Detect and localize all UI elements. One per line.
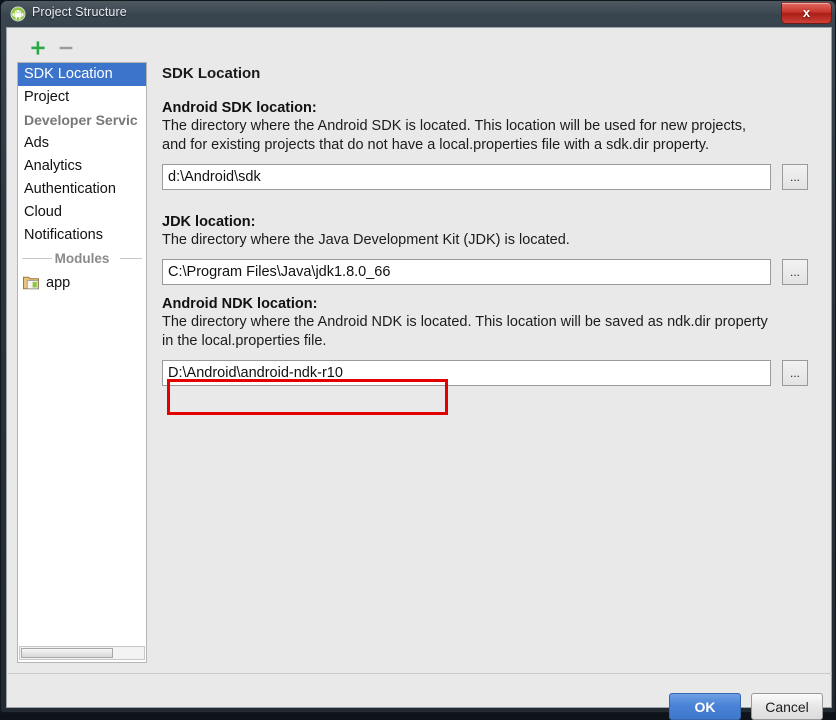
separator-rule-right [120, 258, 142, 259]
sidebar-item-label: SDK Location [24, 66, 113, 82]
sidebar-item-module-app[interactable]: app [18, 270, 146, 296]
field-row: ... [162, 164, 822, 190]
section-android-sdk-location: Android SDK location: The directory wher… [162, 100, 822, 190]
module-label: app [46, 275, 71, 291]
browse-ndk-button[interactable]: ... [782, 360, 808, 386]
sidebar-modules-separator: Modules [18, 247, 146, 270]
sidebar-item-authentication[interactable]: Authentication [18, 178, 146, 201]
sidebar-group-label: Developer Servic [24, 112, 138, 128]
android-ndk-location-input[interactable] [162, 360, 771, 386]
browse-sdk-button[interactable]: ... [782, 164, 808, 190]
sidebar-item-label: Notifications [24, 227, 103, 243]
sidebar-item-analytics[interactable]: Analytics [18, 155, 146, 178]
page-title: SDK Location [162, 65, 261, 82]
section-label: JDK location: [162, 214, 256, 230]
sidebar-item-label: Analytics [24, 158, 83, 174]
title-bar: Project Structure x [1, 1, 836, 27]
minus-icon[interactable] [57, 39, 75, 57]
section-label: Android NDK location: [162, 296, 318, 312]
window-title: Project Structure [32, 5, 127, 19]
sidebar-list[interactable]: SDK Location Project Developer Servic Ad… [17, 62, 147, 663]
sidebar-group-developer-services[interactable]: Developer Servic [18, 109, 146, 132]
browse-jdk-button[interactable]: ... [782, 259, 808, 285]
sidebar-item-project[interactable]: Project [18, 86, 146, 109]
android-sdk-location-input[interactable] [162, 164, 771, 190]
android-icon [10, 6, 26, 22]
sidebar-item-label: Cloud [24, 204, 62, 220]
sidebar-item-sdk-location[interactable]: SDK Location [18, 63, 146, 86]
close-button[interactable]: x [781, 2, 832, 24]
ok-button[interactable]: OK [669, 693, 741, 720]
section-description: The directory where the Java Development… [162, 232, 570, 248]
close-icon: x [802, 5, 811, 20]
field-row: ... [162, 360, 822, 386]
sidebar-item-cloud[interactable]: Cloud [18, 201, 146, 224]
project-structure-window: Project Structure x SDK Location Project [0, 0, 836, 720]
section-description: The directory where the Android NDK is l… [162, 314, 768, 349]
sidebar-toolbar [21, 37, 153, 61]
sidebar-item-ads[interactable]: Ads [18, 132, 146, 155]
section-description: The directory where the Android SDK is l… [162, 118, 747, 153]
sidebar-modules-label: Modules [54, 251, 110, 266]
section-android-ndk-location: Android NDK location: The directory wher… [162, 296, 822, 386]
cancel-button[interactable]: Cancel [751, 693, 823, 720]
sidebar-horizontal-scrollbar[interactable] [19, 646, 145, 660]
field-row: ... [162, 259, 822, 285]
content-pane: SDK Location Android SDK location: The d… [155, 54, 827, 668]
section-label: Android SDK location: [162, 100, 317, 116]
footer-separator [8, 673, 832, 674]
jdk-location-input[interactable] [162, 259, 771, 285]
sidebar-item-label: Authentication [24, 181, 116, 197]
scrollbar-thumb[interactable] [21, 648, 113, 658]
sidebar-item-label: Ads [24, 135, 49, 151]
plus-icon[interactable] [29, 39, 47, 57]
dialog-body: SDK Location Project Developer Servic Ad… [6, 27, 832, 720]
module-folder-icon [23, 276, 39, 290]
sidebar-item-notifications[interactable]: Notifications [18, 224, 146, 247]
section-jdk-location: JDK location: The directory where the Ja… [162, 214, 822, 285]
sidebar-item-label: Project [24, 89, 70, 105]
separator-rule-left [22, 258, 52, 259]
